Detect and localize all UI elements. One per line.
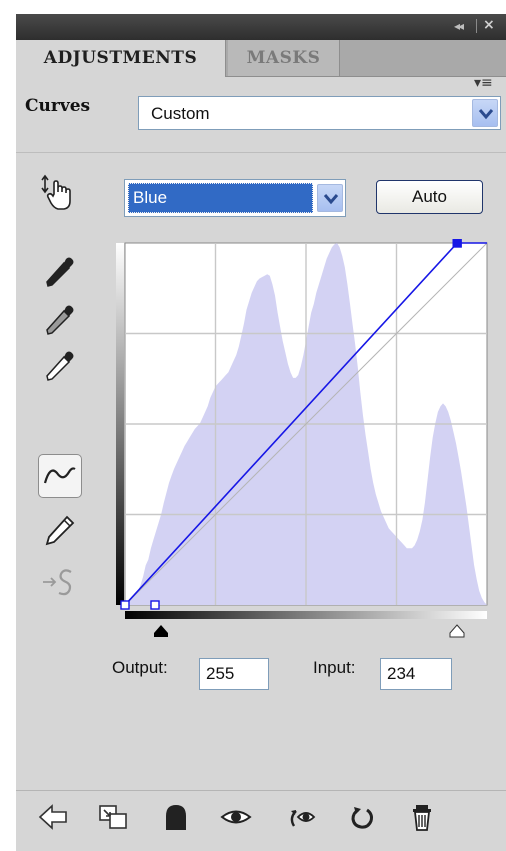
black-point-eyedropper-icon[interactable] xyxy=(42,254,82,294)
auto-button[interactable]: Auto xyxy=(376,180,483,214)
gray-point-eyedropper-icon[interactable] xyxy=(42,302,82,342)
curve-control-point[interactable] xyxy=(150,600,160,610)
view-previous-icon[interactable] xyxy=(286,802,322,832)
edit-points-curve-icon[interactable] xyxy=(38,454,82,498)
input-field[interactable]: 234 xyxy=(380,658,452,690)
input-label: Input: xyxy=(313,658,356,677)
footer-divider xyxy=(16,790,506,791)
pencil-icon[interactable] xyxy=(42,512,82,552)
back-arrow-icon[interactable] xyxy=(36,802,72,832)
tab-adjustments[interactable]: ADJUSTMENTS xyxy=(16,40,226,77)
trash-icon[interactable] xyxy=(404,802,440,832)
reset-icon[interactable] xyxy=(344,802,380,832)
output-field[interactable]: 255 xyxy=(199,658,269,690)
collapse-panel-icon[interactable]: ◂◂ xyxy=(454,19,464,33)
panel-tabbar: ADJUSTMENTS MASKS ▾≡ xyxy=(16,40,506,91)
panel-menu-icon[interactable]: ▾≡ xyxy=(474,75,493,91)
section-divider xyxy=(16,152,506,153)
channel-value: Blue xyxy=(128,183,313,213)
chevron-down-icon[interactable] xyxy=(317,184,343,212)
preset-dropdown[interactable]: Custom xyxy=(138,96,501,130)
on-image-adjust-tool-icon[interactable] xyxy=(38,174,78,214)
chevron-down-icon[interactable] xyxy=(472,99,498,127)
eye-icon[interactable] xyxy=(218,802,254,832)
preset-value: Custom xyxy=(151,104,210,123)
clip-to-layer-icon[interactable] xyxy=(96,802,132,832)
adjustments-panel: ◂◂ × ADJUSTMENTS MASKS ▾≡ Curves Custom xyxy=(16,14,506,851)
curves-graph[interactable] xyxy=(116,239,496,649)
curve-control-point[interactable] xyxy=(120,600,130,610)
panel-titlebar: ◂◂ × xyxy=(16,14,506,40)
tab-masks[interactable]: MASKS xyxy=(228,40,340,76)
output-label: Output: xyxy=(112,658,168,677)
input-gradient-bar xyxy=(125,611,487,619)
black-point-slider[interactable] xyxy=(154,625,168,637)
close-panel-icon[interactable]: × xyxy=(483,17,495,33)
smooth-curve-icon xyxy=(40,562,80,602)
output-gradient-bar xyxy=(116,243,124,605)
white-point-eyedropper-icon[interactable] xyxy=(42,348,82,388)
adjustment-type-label: Curves xyxy=(25,96,91,116)
layer-mask-icon[interactable] xyxy=(158,802,194,832)
channel-dropdown[interactable]: Blue xyxy=(124,179,346,217)
curve-control-point[interactable] xyxy=(452,239,462,248)
white-point-slider[interactable] xyxy=(449,624,465,638)
titlebar-divider xyxy=(476,19,477,33)
